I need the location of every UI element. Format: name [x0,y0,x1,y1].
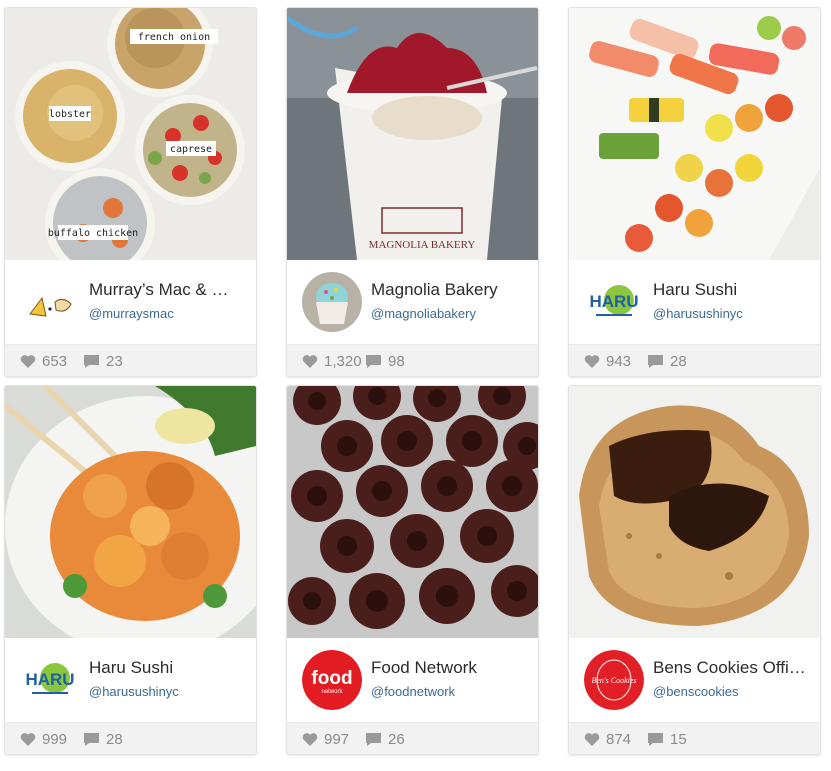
image-label-french-onion: french onion [138,32,210,43]
profile-name[interactable]: Bens Cookies Offi… [653,658,815,678]
food-network-logo-subtext: network [321,689,343,695]
avatar[interactable]: food network [302,650,362,710]
post-image[interactable] [5,386,256,638]
heart-icon[interactable] [302,354,318,369]
food-network-logo-text: food [311,668,352,689]
profile-handle[interactable]: @benscookies [653,684,738,699]
post-image[interactable] [569,386,820,638]
profile-row[interactable]: Murray’s Mac & … @murraysmac [5,260,256,344]
profile-handle[interactable]: @murraysmac [89,306,174,321]
card-footer: 943 28 [569,344,820,376]
post-card[interactable]: french onion lobster caprese buffalo chi… [4,7,257,377]
comment-count[interactable]: 98 [365,352,405,370]
comment-count[interactable]: 28 [83,730,123,748]
profile-name[interactable]: Food Network [371,658,533,678]
comment-count-value: 26 [388,730,405,748]
heart-icon[interactable] [584,732,600,747]
profile-row[interactable]: Magnolia Bakery @magnoliabakery [287,260,538,344]
post-image[interactable] [569,8,820,260]
like-count[interactable]: 653 [20,352,67,370]
heart-icon[interactable] [20,354,36,369]
comment-count[interactable]: 15 [647,730,687,748]
post-image[interactable] [287,386,538,638]
heart-icon[interactable] [302,732,318,747]
like-count[interactable]: 874 [584,730,631,748]
like-count[interactable]: 999 [20,730,67,748]
comment-count-value: 28 [670,352,687,370]
image-label-buffalo-chicken: buffalo chicken [48,228,138,239]
like-count-value: 999 [42,730,68,748]
profile-row[interactable]: Ben's Cookies Bens Cookies Offi… @bensco… [569,638,820,722]
profile-handle[interactable]: @harusushinyc [89,684,179,699]
comment-count[interactable]: 28 [647,352,687,370]
comment-count-value: 23 [106,352,123,370]
profile-row[interactable]: HARU Haru Sushi @harusushinyc [5,638,256,722]
comment-icon[interactable] [647,354,664,369]
like-count-value: 653 [42,352,68,370]
comment-count-value: 98 [388,352,405,370]
comment-count-value: 28 [106,730,123,748]
like-count-value: 943 [606,352,632,370]
profile-name[interactable]: Haru Sushi [653,280,815,300]
card-footer: 1,320 98 [287,344,538,376]
comment-count-value: 15 [670,730,687,748]
avatar[interactable]: Ben's Cookies [584,650,644,710]
image-label-caprese: caprese [170,144,212,155]
heart-icon[interactable] [584,354,600,369]
profile-name[interactable]: Haru Sushi [89,658,251,678]
cup-text: MAGNOLIA BAKERY [369,239,476,251]
post-card[interactable]: Ben's Cookies Bens Cookies Offi… @bensco… [568,385,821,755]
profile-handle[interactable]: @magnoliabakery [371,306,476,321]
profile-handle[interactable]: @foodnetwork [371,684,455,699]
profile-name[interactable]: Murray’s Mac & … [89,280,251,300]
heart-icon[interactable] [20,732,36,747]
haru-logo-text: HARU [25,670,74,689]
like-count[interactable]: 1,320 [302,352,362,370]
like-count-value: 997 [324,730,350,748]
bens-logo-text: Ben's Cookies [591,676,636,685]
comment-count[interactable]: 23 [83,352,123,370]
avatar[interactable]: HARU [584,272,644,332]
avatar[interactable]: HARU [20,650,80,710]
like-count[interactable]: 943 [584,352,631,370]
post-card[interactable]: HARU Haru Sushi @harusushinyc 999 28 [4,385,257,755]
like-count[interactable]: 997 [302,730,349,748]
comment-icon[interactable] [647,732,664,747]
card-footer: 999 28 [5,722,256,754]
like-count-value: 874 [606,730,632,748]
profile-name[interactable]: Magnolia Bakery [371,280,533,300]
post-image[interactable]: french onion lobster caprese buffalo chi… [5,8,256,260]
post-card[interactable]: food network Food Network @foodnetwork 9… [286,385,539,755]
profile-handle[interactable]: @harusushinyc [653,306,743,321]
profile-row[interactable]: HARU Haru Sushi @harusushinyc [569,260,820,344]
avatar[interactable] [20,272,80,332]
comment-icon[interactable] [365,732,382,747]
comment-icon[interactable] [365,354,382,369]
card-footer: 997 26 [287,722,538,754]
haru-logo-text: HARU [589,292,638,311]
avatar[interactable] [302,272,362,332]
post-card[interactable]: HARU Haru Sushi @harusushinyc 943 28 [568,7,821,377]
image-label-lobster: lobster [49,109,91,120]
profile-row[interactable]: food network Food Network @foodnetwork [287,638,538,722]
comment-icon[interactable] [83,354,100,369]
comment-icon[interactable] [83,732,100,747]
like-count-value: 1,320 [324,352,362,370]
post-card[interactable]: MAGNOLIA BAKERY Magnolia Bakery @magnoli… [286,7,539,377]
comment-count[interactable]: 26 [365,730,405,748]
card-footer: 653 23 [5,344,256,376]
post-image[interactable]: MAGNOLIA BAKERY [287,8,538,260]
card-footer: 874 15 [569,722,820,754]
